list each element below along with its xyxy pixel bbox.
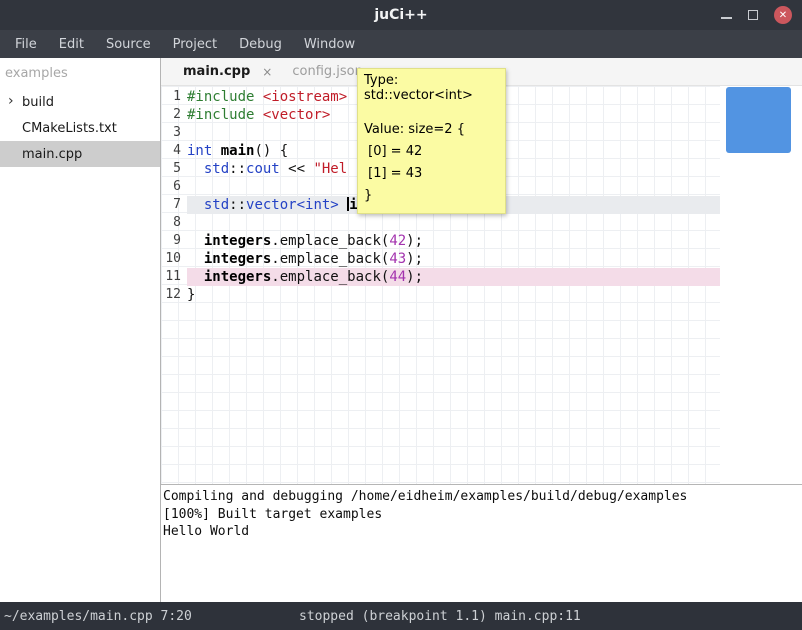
line-number[interactable]: 11 <box>161 268 187 286</box>
tab-label: config.json <box>292 64 363 79</box>
code-text: integers.emplace_back(44); <box>187 268 720 286</box>
menu-bar: FileEditSourceProjectDebugWindow <box>0 30 802 58</box>
menu-item-source[interactable]: Source <box>95 30 162 58</box>
restore-icon[interactable] <box>748 10 758 20</box>
status-file-position: ~/examples/main.cpp 7:20 <box>0 609 192 624</box>
editor-right-margin <box>720 86 802 484</box>
tree-item-label: build <box>22 95 54 110</box>
tooltip-value-line: Value: size=2 { <box>364 119 499 141</box>
tooltip-value-line: [0] = 42 <box>364 141 499 163</box>
status-bar: ~/examples/main.cpp 7:20 stopped (breakp… <box>0 602 802 630</box>
code-line-9[interactable]: 9 integers.emplace_back(42); <box>161 232 720 250</box>
line-number[interactable]: 7 <box>161 196 187 214</box>
line-number[interactable]: 3 <box>161 124 187 142</box>
tooltip-value-line: [1] = 43 <box>364 163 499 185</box>
tab-close-icon[interactable]: × <box>262 65 272 79</box>
menu-item-window[interactable]: Window <box>293 30 366 58</box>
debug-value-tooltip: Type: std::vector<int> Value: size=2 { [… <box>357 68 506 214</box>
line-number[interactable]: 1 <box>161 88 187 106</box>
menu-item-debug[interactable]: Debug <box>228 30 293 58</box>
line-number[interactable]: 4 <box>161 142 187 160</box>
terminal-line: Compiling and debugging /home/eidheim/ex… <box>163 488 802 506</box>
tree-item-build[interactable]: › build <box>0 89 160 115</box>
terminal-line: Hello World <box>163 523 802 541</box>
code-line-11[interactable]: 11 integers.emplace_back(44); <box>161 268 720 286</box>
status-debug-state: stopped (breakpoint 1.1) main.cpp:11 <box>299 609 581 624</box>
app-window: juCi++ ✕ FileEditSourceProjectDebugWindo… <box>0 0 802 630</box>
line-number[interactable]: 12 <box>161 286 187 304</box>
tab-label: main.cpp <box>183 64 250 79</box>
tooltip-value-line: } <box>364 185 499 207</box>
tooltip-type-line: Type: std::vector<int> <box>364 73 499 103</box>
line-number[interactable]: 9 <box>161 232 187 250</box>
tree-item-cmakelists-txt[interactable]: CMakeLists.txt <box>0 115 160 141</box>
code-line-10[interactable]: 10 integers.emplace_back(43); <box>161 250 720 268</box>
close-icon[interactable]: ✕ <box>774 6 792 24</box>
code-text: } <box>187 286 720 304</box>
window-controls: ✕ <box>721 0 792 30</box>
line-number[interactable]: 8 <box>161 214 187 232</box>
content: examples › build CMakeLists.txt main.cpp ma… <box>0 58 802 602</box>
project-name-header: examples <box>0 58 160 89</box>
main-pane: main.cpp × config.json 1#include <iostre… <box>161 58 802 602</box>
menu-item-project[interactable]: Project <box>162 30 228 58</box>
code-text <box>187 214 720 232</box>
expander-arrow-icon[interactable]: › <box>8 93 14 109</box>
tree-item-label: main.cpp <box>22 147 82 162</box>
menu-item-file[interactable]: File <box>4 30 48 58</box>
line-number[interactable]: 10 <box>161 250 187 268</box>
menu-item-edit[interactable]: Edit <box>48 30 95 58</box>
scrollbar-thumb[interactable] <box>726 87 791 153</box>
code-text: integers.emplace_back(43); <box>187 250 720 268</box>
file-tree: › build CMakeLists.txt main.cpp <box>0 89 160 167</box>
tree-item-label: CMakeLists.txt <box>22 121 117 136</box>
title-bar: juCi++ ✕ <box>0 0 802 30</box>
tooltip-value-block: Value: size=2 { [0] = 42 [1] = 43} <box>364 119 499 207</box>
code-text: integers.emplace_back(42); <box>187 232 720 250</box>
code-line-8[interactable]: 8 <box>161 214 720 232</box>
window-title: juCi++ <box>374 7 427 23</box>
tree-item-main-cpp[interactable]: main.cpp <box>0 141 160 167</box>
tab-main-cpp[interactable]: main.cpp × <box>173 58 282 85</box>
line-number[interactable]: 6 <box>161 178 187 196</box>
minimize-icon[interactable] <box>721 17 732 19</box>
line-number[interactable]: 5 <box>161 160 187 178</box>
code-line-12[interactable]: 12} <box>161 286 720 304</box>
file-tree-sidebar: examples › build CMakeLists.txt main.cpp <box>0 58 161 602</box>
terminal-output[interactable]: Compiling and debugging /home/eidheim/ex… <box>161 484 802 602</box>
terminal-line: [100%] Built target examples <box>163 506 802 524</box>
line-number[interactable]: 2 <box>161 106 187 124</box>
